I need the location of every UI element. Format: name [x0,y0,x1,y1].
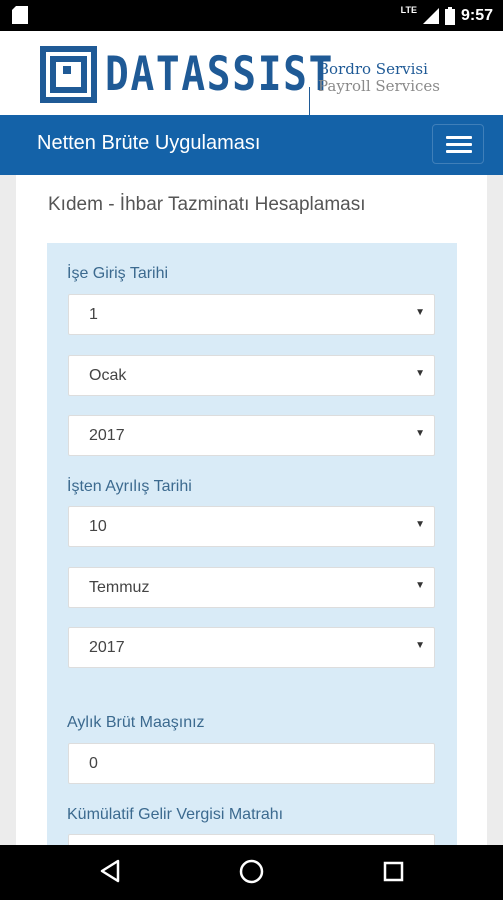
chevron-down-icon: ▼ [415,368,425,379]
recents-icon[interactable] [383,861,404,882]
start-day-select[interactable]: 1 ▼ [68,294,435,335]
signal-icon [422,8,439,24]
navbar: Netten Brüte Uygulaması [0,115,503,175]
start-day-value: 1 [89,306,98,323]
start-month-value: Ocak [89,367,127,384]
home-icon[interactable] [239,859,264,884]
salary-label: Aylık Brüt Maaşınız [67,714,205,731]
tax-base-label: Kümülatif Gelir Vergisi Matrahı [67,806,284,823]
salary-input[interactable]: 0 [68,743,435,784]
end-month-select[interactable]: Temmuz ▼ [68,567,435,608]
start-year-value: 2017 [89,427,125,444]
logo-sub-line2: Payroll Services [318,77,440,95]
sd-card-icon [12,6,28,24]
chevron-down-icon: ▼ [415,307,425,318]
back-icon[interactable] [99,859,121,883]
start-year-select[interactable]: 2017 ▼ [68,415,435,456]
logo-word: DATASSIST [105,46,335,102]
network-type: LTE [400,5,417,15]
chevron-down-icon: ▼ [415,428,425,439]
end-date-label: İşten Ayrılış Tarihi [67,478,192,495]
main-content: Kıdem - İhbar Tazminatı Hesaplaması İşe … [16,175,487,845]
end-day-select[interactable]: 10 ▼ [68,506,435,547]
chevron-down-icon: ▼ [415,519,425,530]
end-year-value: 2017 [89,639,125,656]
chevron-down-icon: ▼ [415,580,425,591]
start-month-select[interactable]: Ocak ▼ [68,355,435,396]
calculation-form: İşe Giriş Tarihi 1 ▼ Ocak ▼ 2017 ▼ İşten… [47,243,457,845]
end-year-select[interactable]: 2017 ▼ [68,627,435,668]
page-title: Kıdem - İhbar Tazminatı Hesaplaması [48,194,366,215]
salary-value: 0 [89,755,98,772]
battery-icon [444,7,455,25]
tax-base-input[interactable] [68,834,435,845]
navbar-title[interactable]: Netten Brüte Uygulaması [37,132,260,155]
end-month-value: Temmuz [89,579,150,596]
logo-mark-icon [40,45,97,103]
status-bar: LTE 9:57 [0,0,503,31]
logo-sub-line1: Bordro Servisi [318,60,428,78]
start-date-label: İşe Giriş Tarihi [67,265,169,282]
menu-toggle-button[interactable] [432,124,484,164]
app-header: DATASSIST Bordro Servisi Payroll Service… [0,31,503,131]
chevron-down-icon: ▼ [415,640,425,651]
clock: 9:57 [460,7,493,24]
system-navigation-bar [0,845,503,900]
logo-subtitle: Bordro Servisi Payroll Services [318,61,440,95]
end-day-value: 10 [89,518,107,535]
